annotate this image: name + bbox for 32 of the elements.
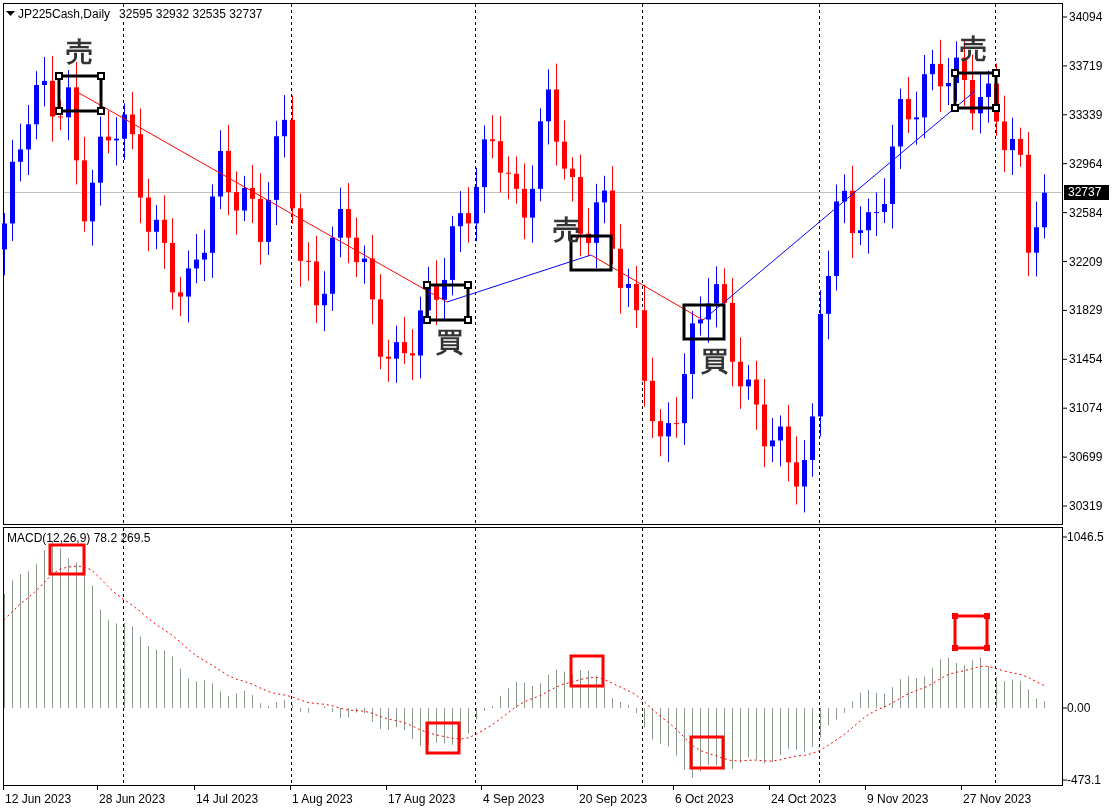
price-tick-label: 34094 <box>1069 11 1103 23</box>
date-tick-label: 14 Jul 2023 <box>196 793 259 805</box>
price-tick-label: 31454 <box>1069 353 1103 366</box>
price-tick-label: 30319 <box>1069 500 1103 512</box>
date-tick-label: 27 Nov 2023 <box>963 793 1032 805</box>
price-tick-label: 32209 <box>1069 255 1103 268</box>
date-tick-label: 6 Oct 2023 <box>675 793 734 805</box>
price-tick-label: 32964 <box>1069 157 1103 170</box>
date-tick-label: 9 Nov 2023 <box>867 793 929 805</box>
current-price-label: 32737 <box>1064 185 1109 200</box>
price-tick-label: 33719 <box>1069 59 1103 72</box>
macd-tick-label: -473.1 <box>1067 774 1102 786</box>
date-tick-label: 24 Oct 2023 <box>771 793 837 805</box>
macd-tick-label: 1046.5 <box>1067 531 1104 543</box>
date-tick-label: 4 Sep 2023 <box>483 793 545 805</box>
date-tick-label: 20 Sep 2023 <box>579 793 648 805</box>
price-tick-label: 32584 <box>1069 206 1103 219</box>
indicator-title: MACD(12,26,9) 78.2 269.5 <box>7 532 151 544</box>
date-tick-label: 1 Aug 2023 <box>292 793 353 805</box>
buy-label: 買 <box>436 328 463 355</box>
macd-tick-label: 0.00 <box>1067 702 1091 714</box>
sell-label: 売 <box>66 38 93 65</box>
symbol-title: JP225Cash,Daily <box>18 8 111 20</box>
date-tick-label: 28 Jun 2023 <box>99 793 166 805</box>
price-tick-label: 30699 <box>1069 451 1103 464</box>
price-tick-label: 31829 <box>1069 304 1103 317</box>
date-tick-label: 12 Jun 2023 <box>5 793 72 805</box>
price-tick-label: 31074 <box>1069 402 1103 415</box>
date-tick-label: 17 Aug 2023 <box>388 793 456 805</box>
buy-label: 買 <box>701 347 728 374</box>
ohlc-values: 32595 32932 32535 32737 <box>119 8 263 20</box>
price-tick-label: 33339 <box>1069 108 1103 121</box>
